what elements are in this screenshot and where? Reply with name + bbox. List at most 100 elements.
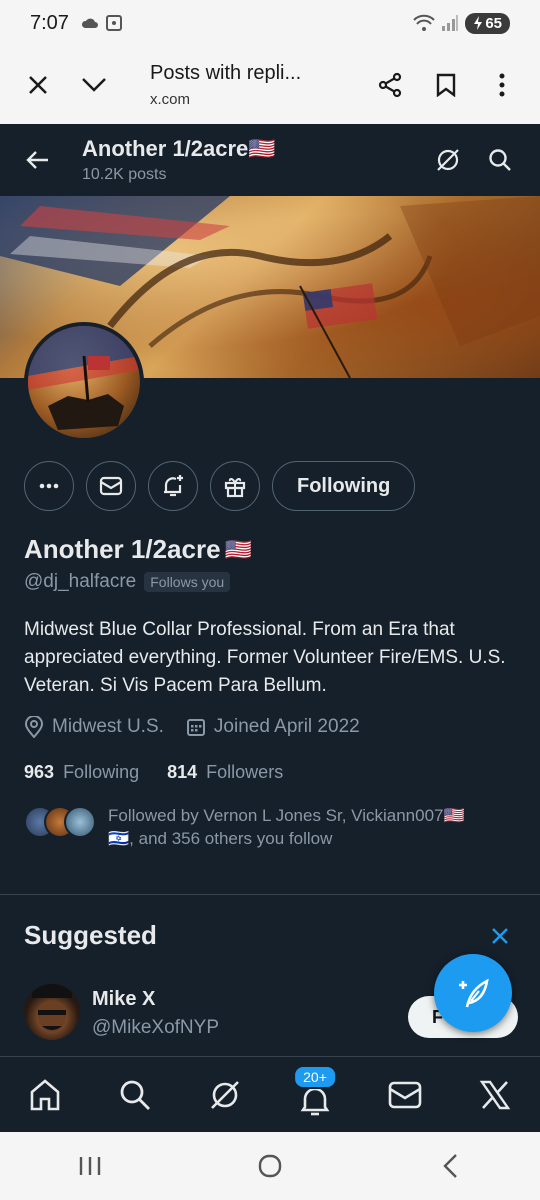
close-icon bbox=[29, 76, 47, 94]
followed-by-row[interactable]: Followed by Vernon L Jones Sr, Vickiann0… bbox=[24, 804, 518, 850]
chevron-left-icon bbox=[443, 1154, 457, 1178]
search-icon bbox=[489, 149, 511, 171]
share-button[interactable] bbox=[370, 65, 410, 105]
bottom-navigation: 20+ bbox=[0, 1056, 540, 1132]
screenshot-icon bbox=[105, 15, 122, 31]
envelope-icon bbox=[388, 1081, 422, 1108]
gift-icon bbox=[224, 477, 246, 498]
followed-by-text: Followed by Vernon L Jones Sr, Vickiann0… bbox=[108, 804, 518, 850]
x-logo-icon bbox=[479, 1080, 511, 1109]
page-title: Posts with repli... bbox=[150, 62, 302, 84]
search-icon bbox=[120, 1080, 150, 1110]
recents-icon bbox=[79, 1157, 101, 1175]
header-post-count: 10.2K posts bbox=[82, 166, 167, 183]
search-button[interactable] bbox=[480, 140, 520, 180]
chevron-down-icon bbox=[82, 78, 106, 92]
profile-avatar[interactable] bbox=[24, 322, 144, 442]
profile-header: Another 1/2acre🇺🇸 10.2K posts bbox=[0, 124, 540, 196]
envelope-icon bbox=[99, 476, 123, 496]
profile-bio: Midwest Blue Collar Professional. From a… bbox=[24, 619, 506, 696]
compose-feather-icon bbox=[459, 978, 489, 1008]
location-item: Midwest U.S. bbox=[24, 716, 164, 738]
bookmark-icon bbox=[436, 73, 456, 97]
profile-name: Another 1/2acre bbox=[24, 534, 221, 564]
system-navigation-bar bbox=[0, 1132, 540, 1200]
profile-handle: @dj_halfacre bbox=[24, 571, 137, 592]
nav-notifications[interactable]: 20+ bbox=[285, 1064, 345, 1125]
gift-button[interactable] bbox=[210, 461, 260, 511]
grok-icon bbox=[211, 1080, 239, 1109]
home-icon bbox=[30, 1078, 60, 1110]
avatar bbox=[64, 806, 96, 838]
battery-indicator: 65 bbox=[465, 12, 510, 34]
status-right: 65 bbox=[413, 12, 510, 34]
followed-by-avatars bbox=[24, 806, 96, 840]
status-time: 7:07 bbox=[30, 11, 69, 34]
dismiss-suggested-button[interactable] bbox=[488, 924, 512, 948]
following-label: Following bbox=[63, 762, 140, 782]
nav-messages[interactable] bbox=[375, 1065, 435, 1125]
close-tab-button[interactable] bbox=[18, 65, 58, 105]
more-horizontal-icon bbox=[39, 483, 59, 489]
charging-icon bbox=[474, 16, 483, 30]
status-bar: 7:07 65 bbox=[0, 0, 540, 46]
share-icon bbox=[378, 72, 402, 98]
grok-icon bbox=[437, 149, 459, 171]
following-count: 963 bbox=[24, 762, 55, 782]
followed-by-line-1: Followed by Vernon L Jones Sr, Vickiann0… bbox=[108, 806, 465, 825]
recent-apps-button[interactable] bbox=[60, 1141, 120, 1191]
bell-icon bbox=[300, 1087, 330, 1115]
profile-joined: Joined April 2022 bbox=[213, 716, 360, 737]
minimize-tab-button[interactable] bbox=[74, 65, 114, 105]
profile-actions: Following bbox=[24, 461, 416, 511]
nav-search[interactable] bbox=[105, 1065, 165, 1125]
nav-grok[interactable] bbox=[195, 1065, 255, 1125]
handle-row: @dj_halfacre Follows you bbox=[24, 571, 231, 593]
more-vertical-icon bbox=[499, 73, 505, 97]
signal-icon bbox=[442, 15, 459, 31]
cloud-icon bbox=[81, 18, 98, 28]
bookmark-button[interactable] bbox=[426, 65, 466, 105]
followers-count: 814 bbox=[167, 762, 198, 782]
followers-stat[interactable]: 814 Followers bbox=[167, 762, 283, 783]
following-stat[interactable]: 963 Following bbox=[24, 762, 139, 783]
followed-by-line-2: 🇮🇱, and 356 others you follow bbox=[108, 829, 333, 848]
nav-home[interactable] bbox=[15, 1065, 75, 1125]
avatar-image bbox=[28, 326, 140, 430]
header-title-block: Another 1/2acre🇺🇸 10.2K posts bbox=[82, 136, 276, 184]
us-flag-emoji: 🇺🇸 bbox=[224, 536, 252, 562]
back-button[interactable] bbox=[18, 140, 58, 180]
suggested-user-name[interactable]: Mike X bbox=[92, 988, 155, 1011]
suggested-user-handle: @MikeXofNYP bbox=[92, 1017, 219, 1038]
bell-plus-icon bbox=[164, 475, 183, 497]
home-system-button[interactable] bbox=[240, 1141, 300, 1191]
header-title: Another 1/2acre🇺🇸 bbox=[82, 136, 276, 161]
following-button[interactable]: Following bbox=[272, 461, 416, 511]
notify-button[interactable] bbox=[148, 461, 198, 511]
message-button[interactable] bbox=[86, 461, 136, 511]
calendar-icon bbox=[186, 719, 205, 736]
page-domain: x.com bbox=[150, 91, 191, 108]
follow-stats: 963 Following 814 Followers bbox=[24, 762, 283, 783]
suggested-heading: Suggested bbox=[24, 920, 157, 950]
suggested-user-avatar[interactable] bbox=[24, 984, 80, 1040]
more-menu-button[interactable] bbox=[482, 65, 522, 105]
page-title-block: Posts with repli... x.com bbox=[150, 62, 330, 108]
profile-meta: Midwest U.S. Joined April 2022 bbox=[24, 716, 374, 738]
joined-item: Joined April 2022 bbox=[186, 716, 360, 738]
follows-you-badge: Follows you bbox=[144, 572, 231, 592]
nav-x-premium[interactable] bbox=[465, 1065, 525, 1125]
close-icon bbox=[492, 928, 508, 944]
more-options-button[interactable] bbox=[24, 461, 74, 511]
wifi-icon bbox=[413, 14, 436, 31]
profile-location: Midwest U.S. bbox=[52, 716, 164, 737]
back-system-button[interactable] bbox=[420, 1141, 480, 1191]
suggested-avatar-image bbox=[32, 984, 72, 1032]
arrow-left-icon bbox=[26, 151, 48, 169]
grok-button[interactable] bbox=[428, 140, 468, 180]
status-notification-icons bbox=[81, 14, 123, 32]
home-circle-icon bbox=[258, 1154, 282, 1178]
compose-post-button[interactable] bbox=[434, 954, 512, 1032]
profile-name-row: Another 1/2acre 🇺🇸 bbox=[24, 534, 252, 565]
notifications-badge: 20+ bbox=[293, 1064, 337, 1089]
